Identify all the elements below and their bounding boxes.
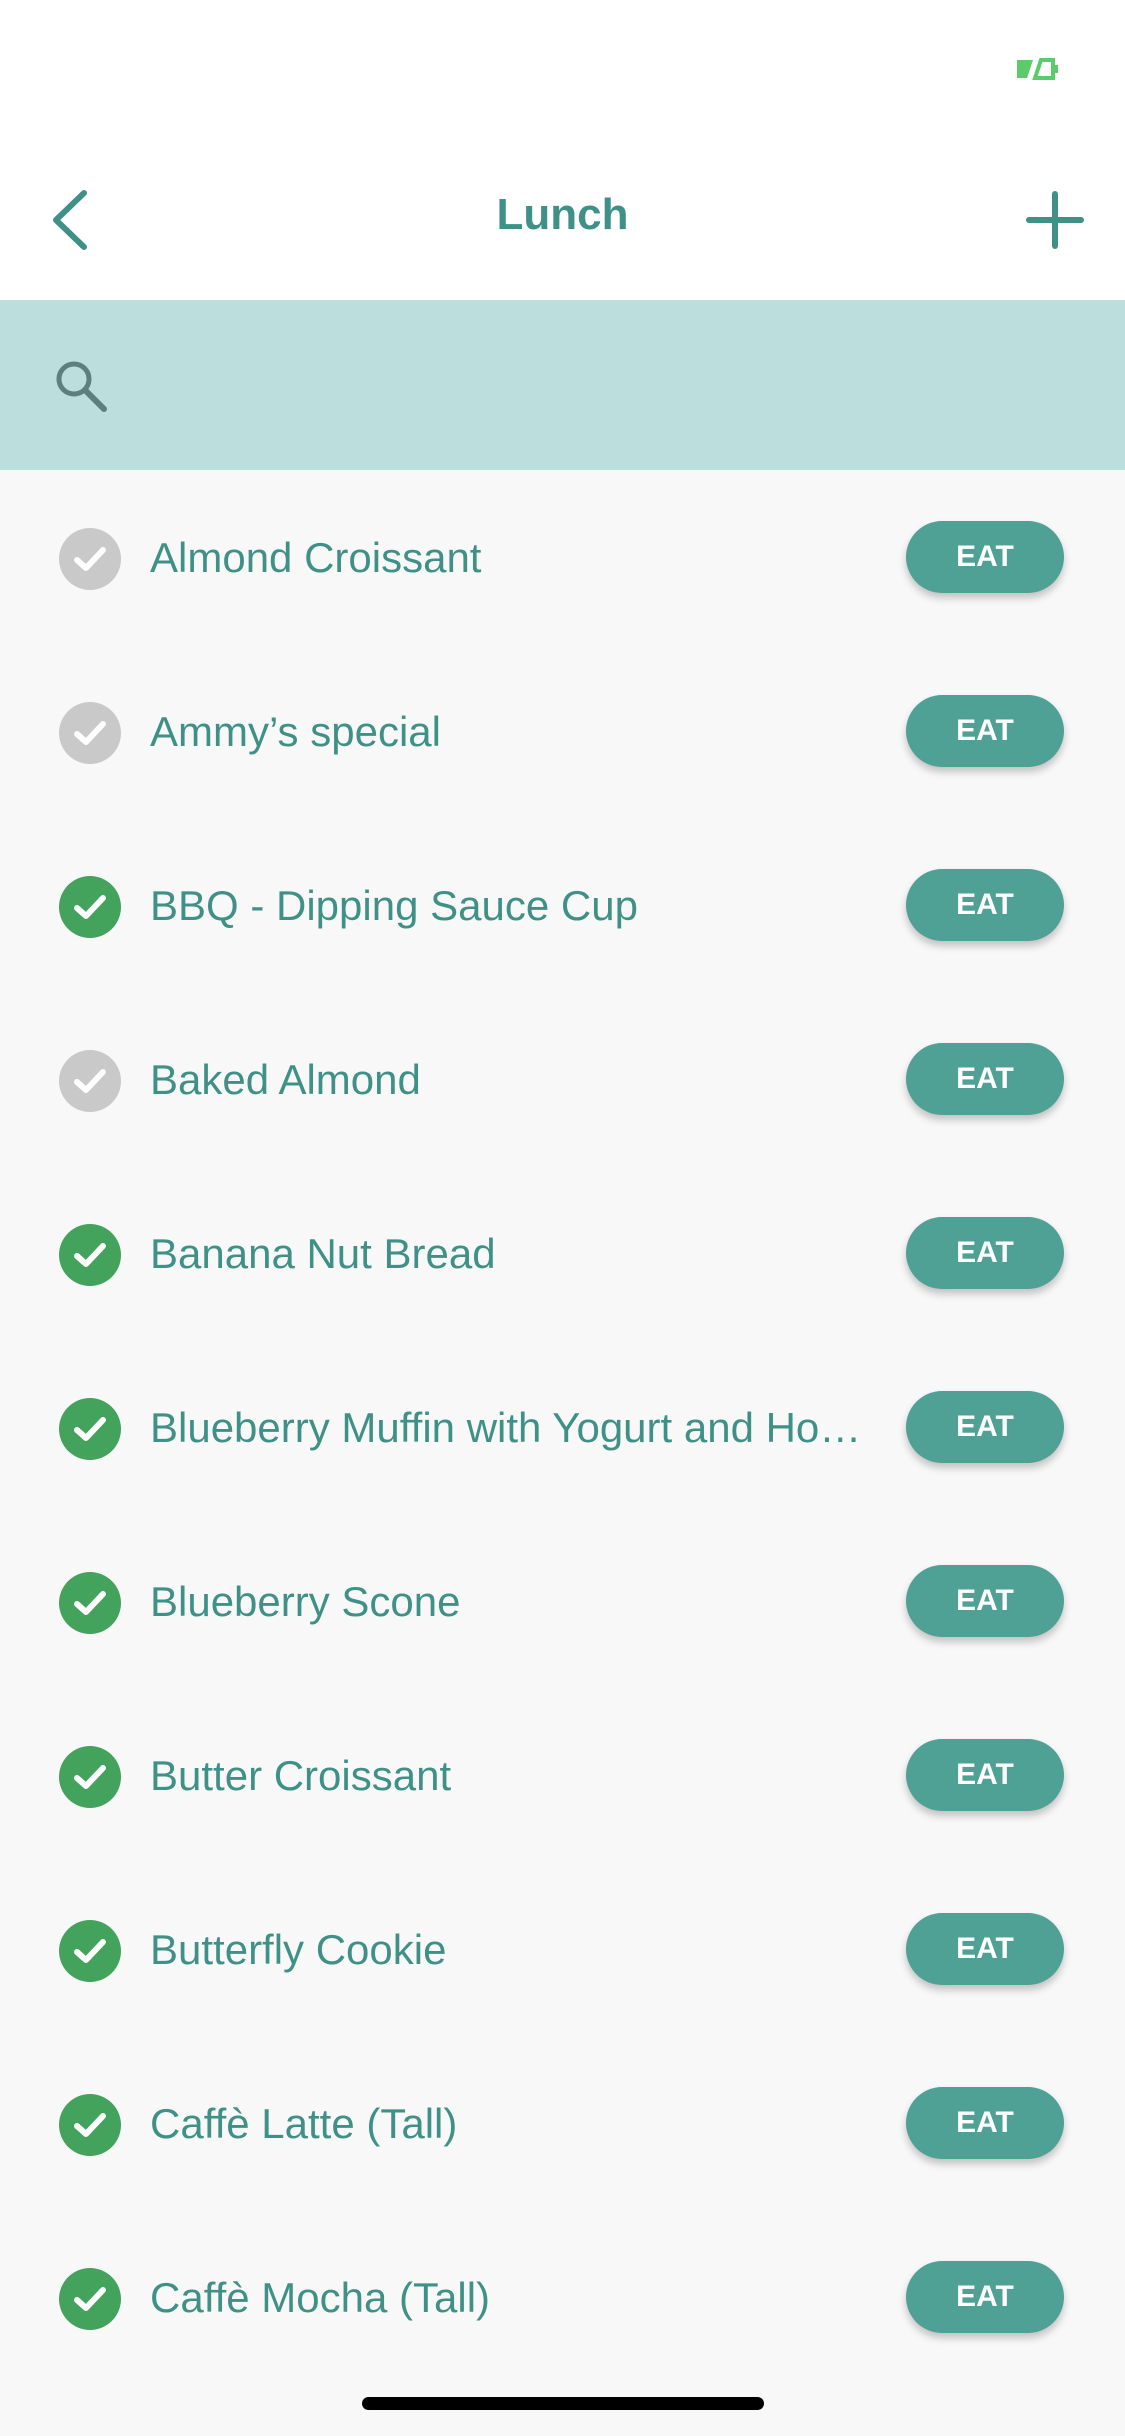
item-name[interactable]: Caffè Mocha (Tall) [150, 2260, 870, 2336]
check-circle-icon[interactable] [59, 1224, 121, 1286]
back-button[interactable] [30, 180, 110, 260]
item-name[interactable]: Butter Croissant [150, 1738, 870, 1814]
list-item: Caffè Latte (Tall) EAT [0, 2036, 1125, 2210]
checkmark-icon [74, 895, 106, 919]
food-list: Almond Croissant EAT Ammy’s special EAT … [0, 470, 1125, 2436]
search-bar [0, 300, 1125, 470]
list-item: Blueberry Muffin with Yogurt and Honey E… [0, 1340, 1125, 1514]
check-circle-icon[interactable] [59, 2268, 121, 2330]
home-indicator [362, 2397, 764, 2410]
check-circle-icon[interactable] [59, 1746, 121, 1808]
search-icon [56, 361, 107, 412]
item-name[interactable]: BBQ - Dipping Sauce Cup [150, 868, 870, 944]
search-input[interactable] [130, 340, 1074, 432]
plus-icon [1026, 191, 1084, 249]
item-name[interactable]: Almond Croissant [150, 520, 870, 596]
list-item: Baked Almond EAT [0, 992, 1125, 1166]
eat-button[interactable]: EAT [906, 1913, 1064, 1985]
app-screen: Lunch Almond Croissant EAT Ammy’s specia… [0, 0, 1125, 2436]
eat-button[interactable]: EAT [906, 695, 1064, 767]
list-item: BBQ - Dipping Sauce Cup EAT [0, 818, 1125, 992]
list-item: Banana Nut Bread EAT [0, 1166, 1125, 1340]
list-item: Blueberry Scone EAT [0, 1514, 1125, 1688]
checkmark-icon [74, 721, 106, 745]
eat-button[interactable]: EAT [906, 1565, 1064, 1637]
check-circle-icon[interactable] [59, 876, 121, 938]
check-circle-icon[interactable] [59, 1398, 121, 1460]
item-name[interactable]: Blueberry Scone [150, 1564, 870, 1640]
check-circle-icon[interactable] [59, 702, 121, 764]
checkmark-icon [74, 1069, 106, 1093]
checkmark-icon [74, 2113, 106, 2137]
item-name[interactable]: Ammy’s special [150, 694, 870, 770]
nav-bar: Lunch [0, 140, 1125, 300]
item-name[interactable]: Caffè Latte (Tall) [150, 2086, 870, 2162]
status-bar [0, 0, 1125, 140]
item-name[interactable]: Baked Almond [150, 1042, 870, 1118]
list-item: Almond Croissant EAT [0, 470, 1125, 644]
checkmark-icon [74, 1591, 106, 1615]
checkmark-icon [74, 1243, 106, 1267]
checkmark-icon [74, 1765, 106, 1789]
checkmark-icon [74, 1417, 106, 1441]
check-circle-icon[interactable] [59, 528, 121, 590]
battery-icon [1017, 58, 1058, 80]
checkmark-icon [74, 547, 106, 571]
checkmark-icon [74, 1939, 106, 1963]
eat-button[interactable]: EAT [906, 2087, 1064, 2159]
eat-button[interactable]: EAT [906, 521, 1064, 593]
chevron-left-icon [53, 190, 87, 250]
check-circle-icon[interactable] [59, 2094, 121, 2156]
eat-button[interactable]: EAT [906, 1739, 1064, 1811]
eat-button[interactable]: EAT [906, 2261, 1064, 2333]
list-item: Caffè Mocha (Tall) EAT [0, 2210, 1125, 2384]
add-button[interactable] [1015, 180, 1095, 260]
item-name[interactable]: Blueberry Muffin with Yogurt and Honey [150, 1390, 870, 1466]
check-circle-icon[interactable] [59, 1572, 121, 1634]
item-name[interactable]: Butterfly Cookie [150, 1912, 870, 1988]
list-item: Butterfly Cookie EAT [0, 1862, 1125, 2036]
list-item: Ammy’s special EAT [0, 644, 1125, 818]
eat-button[interactable]: EAT [906, 1391, 1064, 1463]
page-title: Lunch [496, 190, 629, 239]
eat-button[interactable]: EAT [906, 1043, 1064, 1115]
check-circle-icon[interactable] [59, 1920, 121, 1982]
check-circle-icon[interactable] [59, 1050, 121, 1112]
eat-button[interactable]: EAT [906, 1217, 1064, 1289]
eat-button[interactable]: EAT [906, 869, 1064, 941]
checkmark-icon [74, 2287, 106, 2311]
list-item: Butter Croissant EAT [0, 1688, 1125, 1862]
item-name[interactable]: Banana Nut Bread [150, 1216, 870, 1292]
